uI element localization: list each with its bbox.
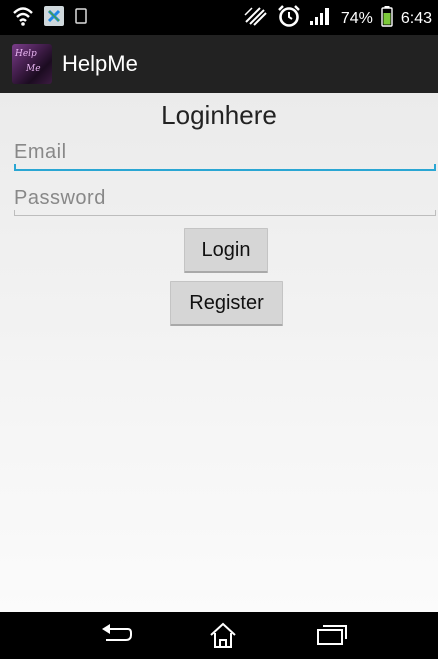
- battery-icon: [381, 5, 393, 32]
- back-icon[interactable]: [98, 620, 136, 655]
- password-placeholder: Password: [14, 187, 106, 209]
- email-placeholder: Email: [14, 141, 67, 163]
- wifi-icon: [12, 5, 34, 32]
- home-icon[interactable]: [208, 620, 238, 655]
- recent-apps-icon[interactable]: [314, 620, 350, 655]
- action-bar: Help Me HelpMe: [0, 35, 438, 93]
- register-button[interactable]: Register: [170, 281, 283, 326]
- app-logo-icon[interactable]: Help Me: [12, 44, 52, 84]
- sync-icon: [44, 6, 64, 31]
- vibrate-icon: [243, 5, 269, 32]
- signal-icon: [309, 6, 333, 31]
- password-field[interactable]: Password: [14, 185, 436, 216]
- notification-icon: [74, 7, 88, 30]
- alarm-icon: [277, 4, 301, 33]
- login-form: Loginhere Email Password Login Register: [0, 93, 438, 612]
- email-field[interactable]: Email: [14, 139, 436, 171]
- battery-percent: 74%: [340, 9, 373, 27]
- navigation-bar: [0, 612, 438, 659]
- page-title: Loginhere: [161, 100, 277, 130]
- app-screen: 74% 6:43 Help Me HelpMe Loginhere Email …: [0, 0, 438, 659]
- clock: 6:43: [400, 9, 432, 27]
- app-title: HelpMe: [62, 51, 138, 76]
- status-bar: 74% 6:43: [0, 0, 438, 35]
- login-button[interactable]: Login: [184, 228, 268, 273]
